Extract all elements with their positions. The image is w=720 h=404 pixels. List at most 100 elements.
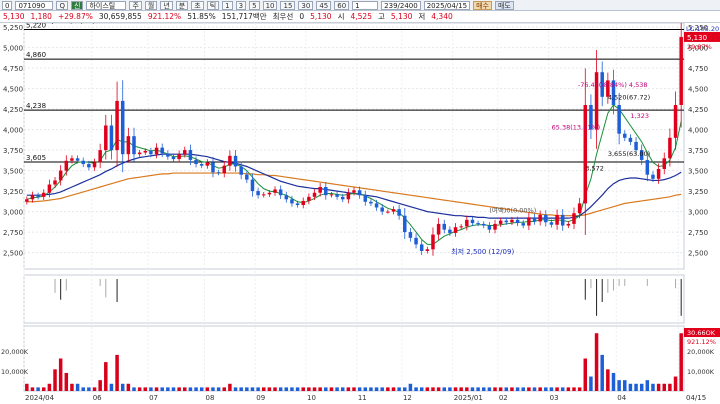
price-tick-label-right: 4,500: [688, 86, 708, 94]
volume-bar: [577, 387, 582, 391]
candle-body: [498, 220, 503, 224]
period-select[interactable]: 0: [2, 0, 13, 10]
time-tick-label: 10: [307, 394, 316, 402]
candle-body: [493, 223, 497, 230]
stock-name: 하이스틸: [86, 0, 127, 10]
step-3[interactable]: 3: [235, 0, 247, 10]
price-chart[interactable]: 5,2204,8604,2383,605 최고 5,330 (06/05)최저 …: [0, 23, 720, 404]
candle-body: [149, 150, 153, 155]
candle-body: [194, 159, 198, 165]
candle-body: [267, 192, 272, 195]
candle-body: [295, 203, 300, 206]
time-tick-label: 12: [403, 394, 412, 402]
low-annotation: 최저 2,500 (12/09): [451, 247, 514, 256]
candle-body: [183, 150, 187, 155]
volume-bar: [549, 387, 554, 391]
volume-bar: [617, 380, 621, 391]
step-input[interactable]: 1: [352, 0, 379, 10]
bar-count[interactable]: 239/2400: [381, 0, 421, 10]
period-second[interactable]: 초: [191, 0, 204, 10]
price-tick-label-right: 3,000: [688, 209, 708, 217]
candle-body: [53, 180, 57, 185]
price-tick-label-right: 2,750: [688, 229, 708, 237]
volume-bar: [645, 380, 650, 391]
volume-bar: [335, 387, 339, 391]
candle-body: [419, 244, 424, 251]
volume-tick-right: 10,000K: [687, 368, 715, 376]
price-tick-label-left: 3,000: [3, 209, 23, 217]
volume-bar: [183, 387, 187, 391]
step-5[interactable]: 5: [249, 0, 260, 10]
step-60[interactable]: 60: [334, 0, 350, 10]
step-30[interactable]: 30: [298, 0, 314, 10]
oscillator-bar: [65, 279, 67, 291]
volume-bar: [662, 383, 667, 391]
volume-bar: [318, 387, 322, 391]
volume-bar: [386, 387, 390, 391]
step-1[interactable]: 1: [222, 0, 233, 10]
mid-level-annotation: 3,655(63.00): [608, 150, 650, 158]
candle-body: [216, 172, 221, 174]
volume-bar: [177, 387, 181, 391]
period-tick[interactable]: 틱: [206, 0, 220, 10]
volume-bar: [408, 383, 413, 391]
volume-bar: [245, 387, 249, 391]
period-minute[interactable]: 분: [175, 0, 189, 10]
volume-bar: [651, 383, 655, 391]
candle-body: [679, 36, 683, 105]
period-month[interactable]: 월: [144, 0, 158, 10]
period-week[interactable]: 주: [129, 0, 142, 10]
oscillator-bar: [601, 279, 603, 302]
candle-body: [577, 203, 582, 214]
volume-bar: [639, 383, 644, 391]
oscillator-bar: [607, 279, 609, 293]
candle-body: [408, 232, 413, 238]
step-15[interactable]: 15: [280, 0, 296, 10]
quote-open: 4,525: [350, 12, 372, 21]
candle-body: [470, 219, 475, 224]
volume-bar: [104, 362, 108, 391]
high-annotation: 최고 5,330 (06/05): [32, 23, 95, 25]
volume-bar: [346, 387, 351, 391]
volume-bar: [527, 387, 531, 391]
oscillator-bar: [60, 279, 62, 300]
volume-bar: [301, 387, 305, 391]
volume-bar: [380, 387, 384, 391]
candle-body: [555, 214, 559, 225]
price-tick-label-right: 4,000: [688, 127, 708, 135]
candle-body: [442, 223, 447, 230]
price-tick-label-left: 5,250: [3, 24, 23, 32]
step-45[interactable]: 45: [316, 0, 332, 10]
buy-button[interactable]: 매수: [473, 0, 492, 10]
candle-body: [628, 137, 633, 142]
volume-bar: [668, 383, 672, 391]
volume-bar: [188, 387, 193, 391]
volume-tag: 30.66OK: [687, 329, 716, 337]
step-10[interactable]: 10: [262, 0, 278, 10]
volume-bar: [391, 387, 396, 391]
search-icon[interactable]: Q: [56, 0, 68, 10]
quote-price: 5,130: [3, 12, 25, 21]
ma-slow-line: [26, 153, 682, 219]
period-year[interactable]: 년: [160, 0, 173, 10]
candle-body: [199, 164, 204, 166]
quote-open-label: 시: [337, 12, 345, 21]
date-input[interactable]: 2025/04/15: [423, 0, 471, 10]
quote-volume: 30,659,855: [98, 12, 142, 21]
sell-button[interactable]: 매도: [494, 0, 514, 10]
time-tick-label: 04/15: [686, 394, 706, 402]
volume-bar: [295, 387, 300, 391]
volume-bar: [673, 376, 678, 391]
volume-bar: [510, 387, 514, 391]
candle-body: [98, 150, 102, 163]
volume-bar: [414, 387, 418, 391]
stock-code-input[interactable]: 071090: [15, 0, 54, 10]
level-1323-annotation: 1,323: [630, 112, 649, 120]
candle-body: [335, 194, 339, 197]
candle-body: [278, 189, 283, 196]
price-tick-label-right: 4,750: [688, 65, 708, 73]
price-tick-label-left: 2,750: [3, 229, 23, 237]
candle-body: [137, 152, 142, 155]
candle-body: [245, 174, 249, 180]
candle-body: [510, 219, 514, 223]
